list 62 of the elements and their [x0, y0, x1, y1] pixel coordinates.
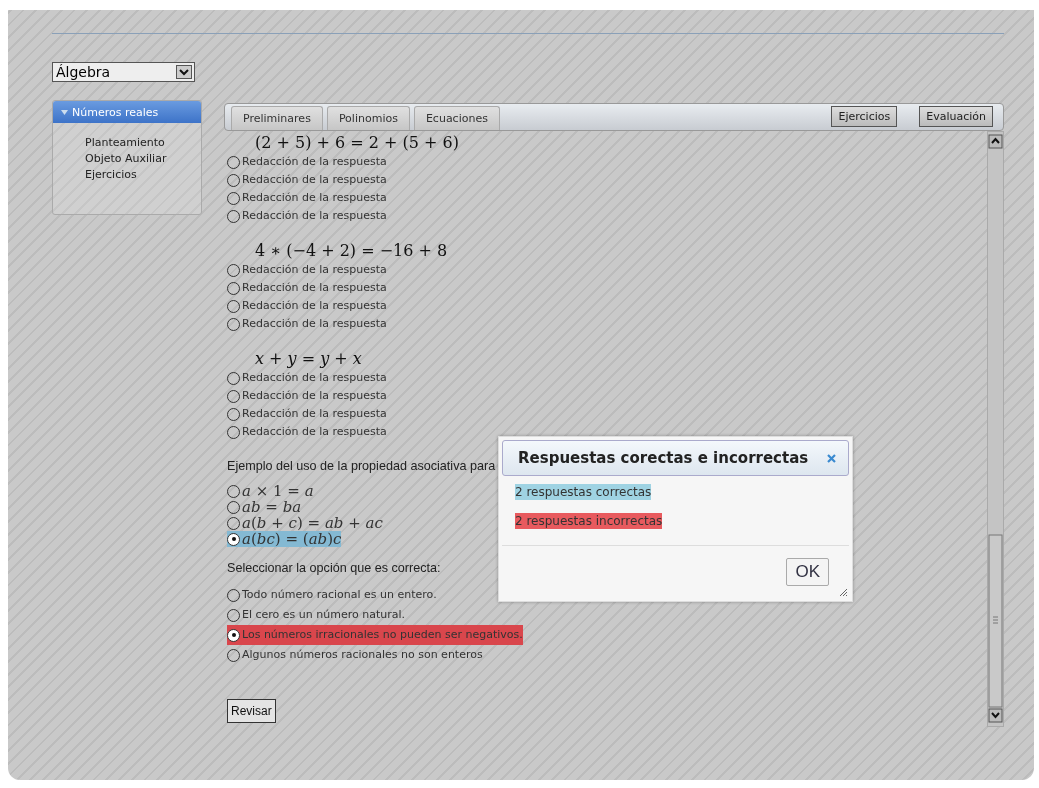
formula: (2 + 5) + 6 = 2 + (5 + 6)	[254, 133, 460, 153]
option-label: El cero es un número natural.	[242, 607, 405, 623]
option-label: Redacción de la respuesta	[242, 208, 387, 224]
resize-grip-icon[interactable]	[838, 587, 848, 597]
scrollbar-drawing[interactable]	[987, 131, 1004, 727]
option-label: Redacción de la respuesta	[242, 154, 387, 170]
result-text: 2 respuestas correctas	[515, 484, 652, 500]
radio-button[interactable]	[227, 628, 240, 642]
option-label: Redacción de la respuesta	[242, 424, 387, 440]
sidebar-link[interactable]: Planteamiento	[85, 135, 201, 151]
option-label: Redacción de la respuesta	[242, 280, 387, 296]
answer-option[interactable]: ab = ba	[227, 499, 302, 515]
question-text: Seleccionar la opción que es correcta:	[227, 560, 441, 577]
option-label: ab = ba	[242, 499, 302, 515]
answer-option[interactable]: Todo número racional es un entero.	[227, 585, 437, 605]
option-label: Redacción de la respuesta	[242, 190, 387, 206]
answer-option[interactable]: Redacción de la respuesta	[227, 153, 387, 171]
dropdown-icon	[176, 65, 192, 79]
answer-option[interactable]: Redacción de la respuesta	[227, 387, 387, 405]
formula: x + y = y + x	[254, 349, 363, 369]
answer-option[interactable]: Algunos números racionales no son enteros	[227, 645, 483, 665]
answer-option[interactable]: Redacción de la respuesta	[227, 315, 387, 333]
ok-button[interactable]: OK	[786, 558, 829, 586]
tab[interactable]: Ecuaciones	[413, 106, 500, 130]
option-label: Redacción de la respuesta	[242, 172, 387, 188]
toolbar-button[interactable]: Evaluación	[919, 106, 993, 127]
tab[interactable]: Preliminares	[231, 106, 323, 130]
tab[interactable]: Polinomios	[326, 106, 410, 130]
question-text: Ejemplo del uso de la propiedad asociativa para	[227, 458, 496, 475]
answer-option[interactable]: Redacción de la respuesta	[227, 261, 387, 279]
sidebar-link[interactable]: Ejercicios	[85, 167, 201, 183]
answer-option[interactable]: Redacción de la respuesta	[227, 207, 387, 225]
option-label: Redacción de la respuesta	[242, 316, 387, 332]
subject-select[interactable]: Álgebra	[52, 62, 195, 82]
formula: 4 ∗ (−4 + 2) = −16 + 8	[254, 241, 449, 261]
dialog-title: Respuestas corectas e incorrectas	[518, 449, 809, 467]
option-label: Redacción de la respuesta	[242, 406, 387, 422]
triangle-icon	[61, 109, 68, 115]
sidebar-link[interactable]: Objeto Auxiliar	[85, 151, 201, 167]
option-label: Redacción de la respuesta	[242, 370, 387, 386]
answer-option[interactable]: Redacción de la respuesta	[227, 189, 387, 207]
check-button[interactable]: Revisar	[227, 699, 276, 723]
answer-option[interactable]: Redacción de la respuesta	[227, 369, 387, 387]
toolbar-button[interactable]: Ejercicios	[831, 106, 898, 127]
option-label: Algunos números racionales no son enteros	[242, 647, 483, 663]
answer-option[interactable]: Redacción de la respuesta	[227, 405, 387, 423]
result-text: 2 respuestas incorrectas	[515, 513, 663, 529]
option-label: Redacción de la respuesta	[242, 262, 387, 278]
option-label: Todo número racional es un entero.	[242, 587, 437, 603]
radio-button[interactable]	[227, 532, 240, 546]
close-icon[interactable]	[827, 453, 836, 463]
answer-option[interactable]: Redacción de la respuesta	[227, 279, 387, 297]
option-label: Los números irracionales no pueden ser negativos.	[242, 627, 523, 643]
accordion-header[interactable]: Números reales	[53, 101, 201, 123]
option-label: a × 1 = a	[242, 483, 314, 499]
answer-option[interactable]: Redacción de la respuesta	[227, 423, 387, 441]
answer-option[interactable]: a × 1 = a	[227, 483, 314, 499]
answer-option[interactable]: Redacción de la respuesta	[227, 297, 387, 315]
option-label: Redacción de la respuesta	[242, 388, 387, 404]
option-label: Redacción de la respuesta	[242, 298, 387, 314]
answer-option[interactable]: Redacción de la respuesta	[227, 171, 387, 189]
answer-option[interactable]: El cero es un número natural.	[227, 605, 405, 625]
